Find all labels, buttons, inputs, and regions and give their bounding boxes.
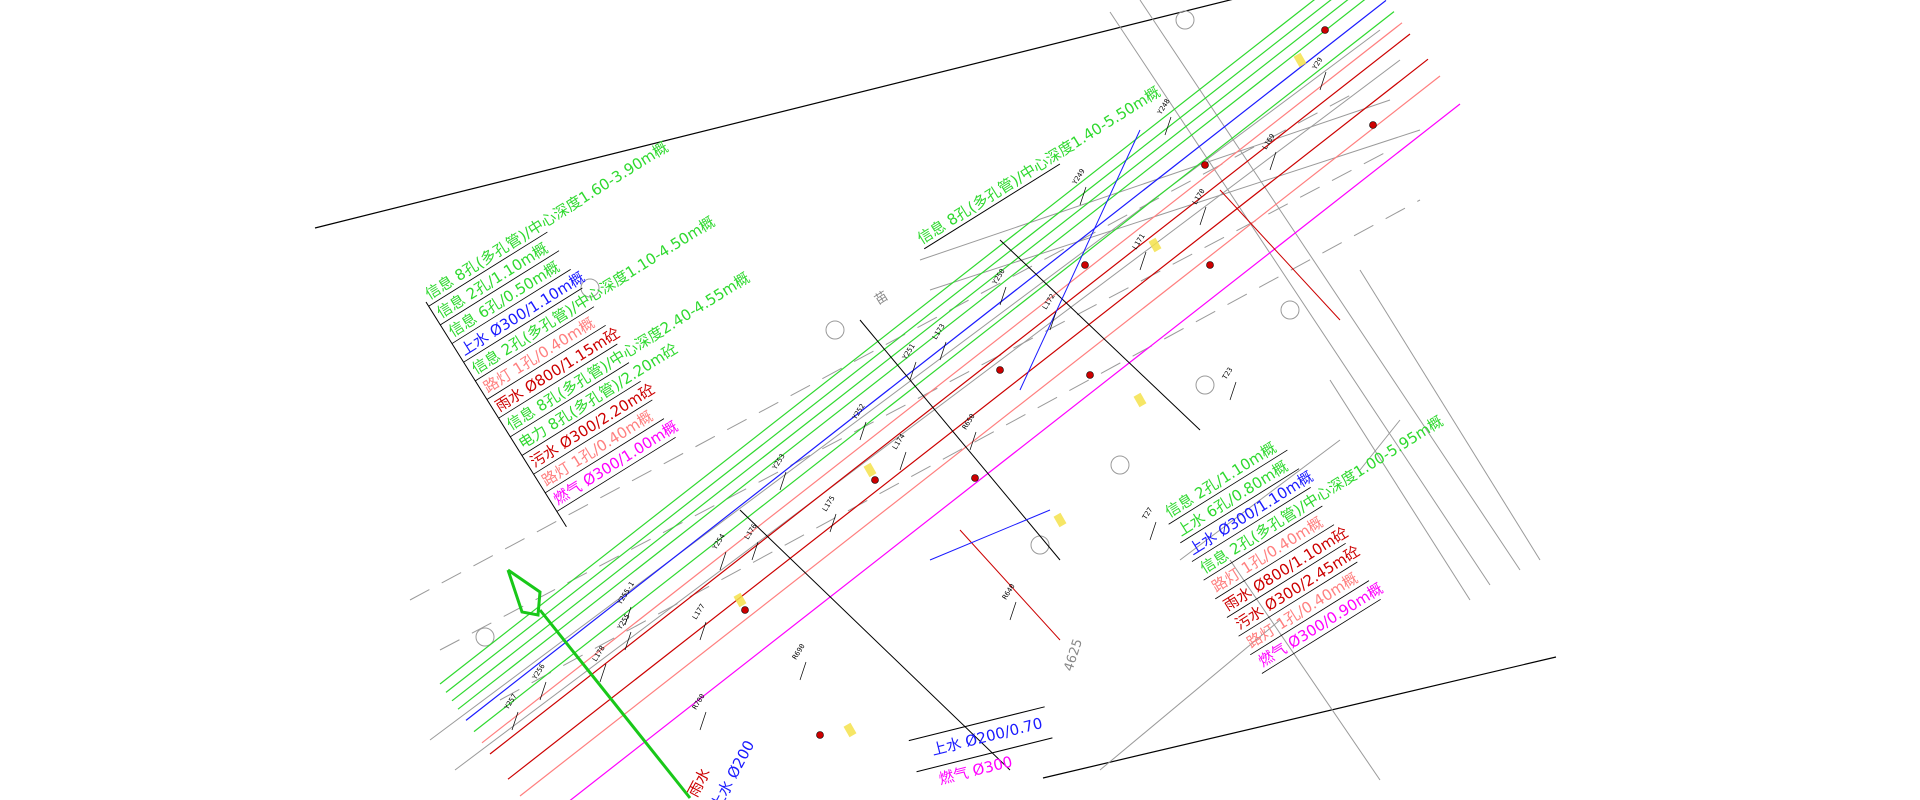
point-tag-label: Y257 [503,693,519,712]
manhole-node [1206,261,1214,269]
manhole-node [996,366,1004,374]
tag-leader [899,451,907,471]
tag-leader [1009,601,1017,621]
legend-bottom-left: 上水 Ø200 雨水 [684,737,758,800]
valve-marker [733,592,747,608]
base-map-line [929,129,1421,291]
legend-bm-item-1: 燃气 Ø300 [937,753,1014,789]
tag-leader [1229,381,1237,401]
manhole-node [871,476,879,484]
point-tag-label: L169 [1261,133,1277,152]
manhole-node [971,474,979,482]
manhole-node [816,731,824,739]
tag-leader [539,681,547,701]
point-tag-label: L172 [1041,293,1057,312]
tag-leader [999,286,1007,306]
valve-marker [843,722,857,738]
point-tag-label: L170 [1191,188,1207,207]
tag-leader [699,621,707,641]
point-tag-label: R650 [961,413,977,432]
point-tag-label: T27 [1141,506,1154,521]
map-circle-symbol [1195,375,1215,395]
tag-leader [969,431,977,451]
tag-leader [1149,521,1157,541]
tag-leader [939,341,947,361]
pipeline-survey-drawing: Y257Y256Y255Y254Y253Y252Y251Y250Y249Y248… [314,0,1557,800]
point-tag-label: R700 [691,693,707,712]
tag-leader [859,421,867,441]
point-tag-label: T23 [1221,366,1234,381]
point-tag-label: L176 [743,523,759,542]
legend-bottom-mid: 上水 Ø200/0.70 燃气 Ø300 [908,706,1053,789]
point-tag-label: Y254 [711,533,727,552]
manhole-node [1201,161,1209,169]
point-tag-label: L175 [821,495,837,514]
valve-marker [1053,512,1067,528]
point-tag-label: Y249 [1071,168,1087,187]
legend-left: 信息 8孔(多孔管)/中心深度1.60-3.90m概信息 2孔/1.10m概信息… [422,138,753,527]
point-tag-label: L178 [591,645,607,664]
map-circle-symbol [1030,535,1050,555]
valve-marker [1133,392,1147,408]
tag-leader [1269,151,1277,171]
point-tag-label: R690 [791,643,807,662]
base-map-line [1359,269,1541,561]
map-circle-symbol [1110,455,1130,475]
branch-line [999,239,1201,431]
legend-right: 信息 2孔/1.10m概上水 6孔/0.80m概上水 Ø300/1.10m概信息… [1162,412,1446,674]
valve-marker [1293,52,1307,68]
point-tag-label: Y253 [771,453,787,472]
point-tag-label: R640 [1001,583,1017,602]
manhole-node [1321,26,1329,34]
map-circle-symbol [1280,300,1300,320]
legend-bl-item-0: 上水 Ø200 [707,737,758,800]
point-tag-label: L177 [691,603,707,622]
point-tag-label: Y252 [851,403,867,422]
tag-leader [511,711,519,731]
branch-line-blue [929,509,1051,561]
tag-leader [799,661,807,681]
point-tag-label: Y250 [991,268,1007,287]
valve-marker [1148,237,1162,253]
point-tag-label: L174 [891,433,907,452]
point-tag-label: L173 [931,323,947,342]
point-tag-label: Y256 [531,663,547,682]
road-char: 苗 [872,289,891,309]
tag-leader [699,711,707,731]
map-circle-symbol [1175,10,1195,30]
map-circle-symbol [825,320,845,340]
manhole-node [1081,261,1089,269]
legend-top: 信息 8孔(多孔管)/中心深度1.40-5.50m概 [914,83,1164,250]
manhole-node [741,606,749,614]
point-tag-label: Y255-1 [616,580,636,606]
building-number: 4625 [1062,637,1086,673]
valve-marker [863,462,877,478]
manhole-node [1086,371,1094,379]
manhole-node [1369,121,1377,129]
legend-top-item: 信息 8孔(多孔管)/中心深度1.40-5.50m概 [914,83,1163,248]
